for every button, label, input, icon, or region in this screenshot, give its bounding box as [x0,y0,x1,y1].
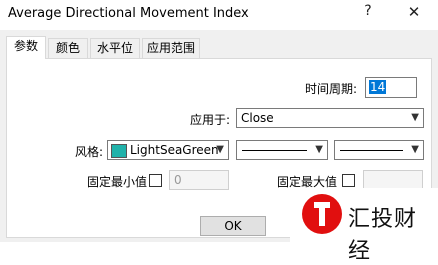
color-select[interactable]: LightSeaGreen ▼ [107,140,229,160]
line-style-preview [242,150,307,151]
ok-button[interactable]: OK [200,216,266,236]
chevron-down-icon: ▼ [315,144,323,155]
logo-icon [302,194,342,234]
period-label: 时间周期: [305,82,358,96]
color-name: LightSeaGreen [130,143,219,157]
fixed-min-input[interactable]: 0 [169,170,229,190]
line-width-preview [340,150,403,151]
fixed-min-checkbox[interactable] [149,174,162,187]
help-button[interactable]: ? [358,3,378,25]
period-input[interactable]: 14 [365,77,417,98]
watermark-text: 汇投财经 [348,207,418,264]
tab-levels[interactable]: 水平位 [90,38,140,58]
apply-to-value: Close [241,111,274,125]
line-style-select[interactable]: ▼ [236,140,328,160]
apply-to-label: 应用于: [190,113,231,127]
period-value: 14 [369,80,387,94]
apply-to-select[interactable]: Close ▼ [236,108,424,128]
style-label: 风格: [75,145,104,159]
chevron-down-icon: ▼ [411,112,419,123]
window-title: Average Directional Movement Index [8,6,249,21]
tab-parameters[interactable]: 参数 [6,36,46,59]
title-bar: Average Directional Movement Index ? ✕ [0,0,438,30]
watermark: 汇投财经 [290,188,438,264]
tab-visualization[interactable]: 应用范围 [142,38,200,58]
chevron-down-icon: ▼ [411,144,419,155]
tab-colors[interactable]: 颜色 [48,38,88,58]
fixed-max-checkbox[interactable] [342,174,355,187]
color-swatch [111,144,127,158]
line-width-select[interactable]: ▼ [334,140,424,160]
fixed-min-label: 固定最小值 [87,175,148,189]
close-button[interactable]: ✕ [402,3,426,25]
chevron-down-icon: ▼ [216,144,224,155]
fixed-max-input[interactable] [363,170,423,190]
